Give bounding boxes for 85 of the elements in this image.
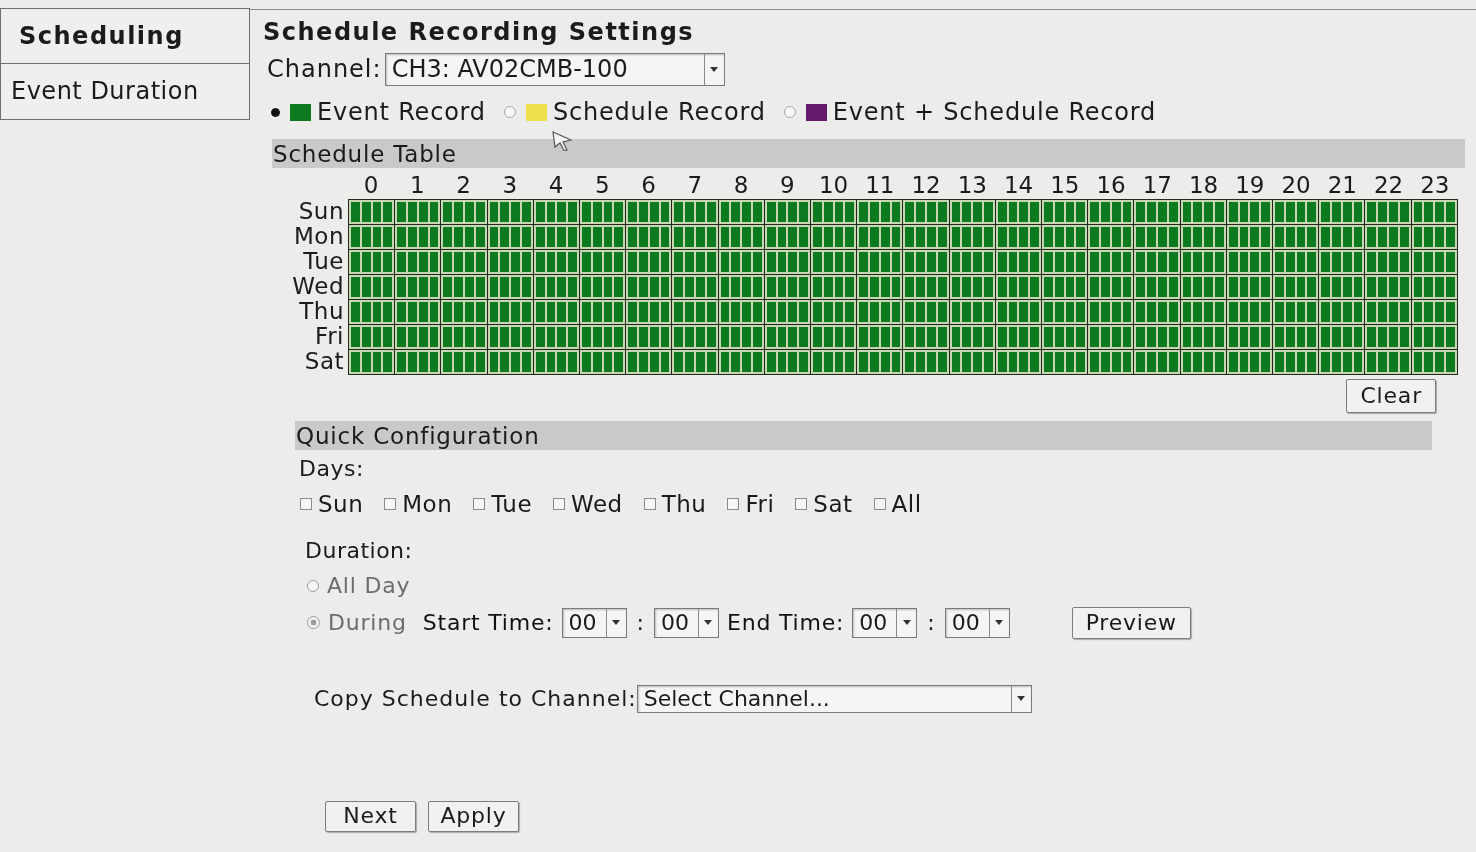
day-label: Wed [292, 273, 344, 300]
hour-label: 16 [1096, 171, 1126, 198]
action-button[interactable]: Apply [428, 800, 519, 832]
radio-button[interactable] [783, 106, 796, 119]
hour-label: 13 [957, 171, 987, 198]
checkbox[interactable] [553, 498, 566, 511]
day-option-label: Mon [402, 490, 453, 519]
day-label: Fri [315, 323, 344, 350]
checkbox[interactable] [384, 498, 397, 511]
checkbox[interactable] [873, 498, 886, 511]
hour-label: 22 [1374, 171, 1404, 198]
mode-label: Schedule Record [552, 97, 766, 127]
radio-button[interactable] [503, 106, 516, 119]
hour-label: 5 [595, 171, 610, 198]
duration-option-label: During [328, 609, 407, 637]
day-option-label: Thu [661, 490, 707, 519]
day-label: Thu [299, 298, 344, 325]
hour-label: 15 [1050, 171, 1080, 198]
checkbox[interactable] [300, 498, 312, 511]
day-option-label: Tue [491, 490, 533, 519]
day-label: Tue [303, 248, 344, 275]
hour-label: 18 [1189, 171, 1219, 198]
caret-icon [902, 620, 911, 626]
time-label: Start Time: [422, 609, 554, 637]
clear-button[interactable]: Clear [1346, 379, 1436, 414]
hour-label: 17 [1142, 171, 1172, 198]
hour-label: 19 [1235, 171, 1265, 198]
action-button[interactable]: Next [325, 800, 416, 832]
hour-label: 21 [1327, 171, 1357, 198]
caret-icon [710, 66, 719, 72]
day-option-label: Fri [745, 490, 775, 519]
minute-select[interactable]: 00 [944, 607, 1010, 638]
hour-label: 1 [410, 171, 425, 198]
sidebar-tab[interactable]: Event Duration [0, 64, 250, 120]
copy-channel-select[interactable]: Select Channel... [636, 684, 1032, 713]
caret-icon [612, 620, 621, 626]
hour-label: 9 [780, 171, 795, 198]
mode-label: Event + Schedule Record [832, 97, 1157, 127]
hour-label: 7 [687, 171, 703, 198]
duration-label: Duration: [305, 538, 413, 564]
time-separator: : [927, 609, 935, 637]
checkbox[interactable] [473, 498, 486, 511]
section-header: Schedule Table [272, 138, 1465, 168]
caret-icon [704, 620, 713, 626]
copy-label: Copy Schedule to Channel: [314, 685, 637, 713]
hour-label: 2 [456, 171, 471, 198]
hour-label: 14 [1004, 171, 1034, 198]
day-label: Sun [298, 198, 344, 225]
day-option-label: Sat [813, 490, 853, 519]
preview-button[interactable]: Preview [1071, 606, 1191, 639]
caret-icon [1017, 696, 1026, 702]
hour-label: 20 [1281, 171, 1311, 198]
hour-label: 0 [363, 171, 379, 198]
caret-icon [995, 620, 1004, 626]
checkbox[interactable] [643, 498, 656, 511]
hour-label: 12 [911, 171, 941, 198]
page-title: Schedule Recording Settings [263, 18, 695, 47]
time-separator: : [636, 609, 644, 637]
day-option-label: All [891, 490, 922, 519]
radio-button[interactable] [271, 107, 280, 117]
days-label: Days: [299, 456, 364, 482]
hour-label: 3 [502, 171, 518, 198]
section-header: Quick Configuration [295, 421, 1432, 451]
mode-label: Event Record [317, 97, 486, 127]
hour-label: 4 [548, 171, 564, 198]
hour-select[interactable]: 00 [852, 607, 918, 638]
day-option-label: Sun [318, 490, 364, 519]
minute-select[interactable]: 00 [653, 607, 719, 638]
hour-select[interactable]: 00 [561, 607, 627, 638]
pointer-icon [552, 131, 572, 151]
hour-label: 11 [865, 171, 895, 198]
day-label: Sat [304, 348, 344, 375]
checkbox[interactable] [727, 498, 740, 511]
hour-label: 8 [733, 171, 749, 198]
checkbox[interactable] [795, 498, 808, 511]
duration-option-label: All Day [327, 572, 411, 599]
time-label: End Time: [726, 609, 845, 637]
hour-label: 10 [819, 171, 849, 198]
channel-select[interactable]: CH3: AV02CMB-100 [384, 52, 725, 86]
day-label: Mon [294, 223, 344, 250]
hour-label: 6 [641, 171, 656, 198]
channel-label: Channel: [267, 54, 382, 84]
day-option-label: Wed [571, 490, 623, 519]
sidebar-tab[interactable]: Scheduling [0, 8, 250, 64]
hour-label: 23 [1420, 171, 1450, 198]
